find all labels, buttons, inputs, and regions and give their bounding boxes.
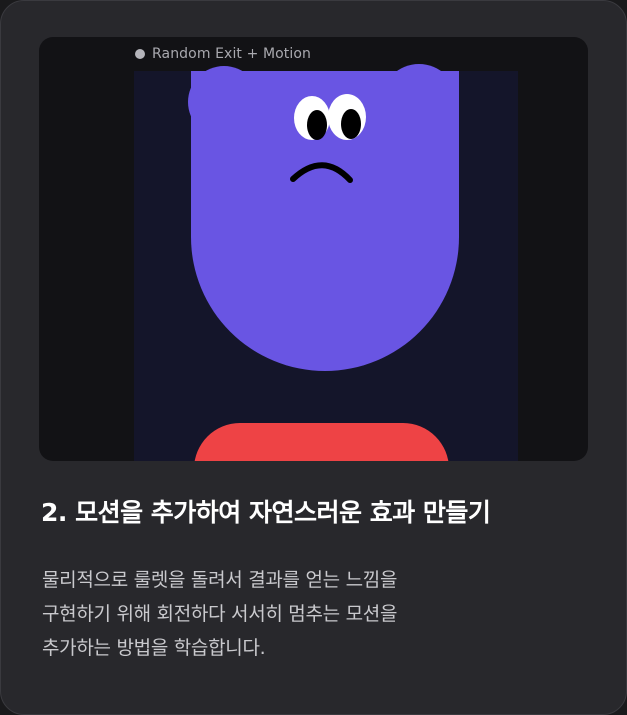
description-line: 구현하기 위해 회전하다 서서히 멈추는 모션을 (42, 603, 398, 625)
animation-preview: Random Exit + Motion (39, 37, 588, 461)
lesson-description: 물리적으로 룰렛을 돌려서 결과를 얻는 느낌을 구현하기 위해 회전하다 서서… (42, 563, 512, 665)
lesson-card[interactable]: Random Exit + Motion 2. 모션을 추가하여 자연스러운 효… (0, 0, 627, 715)
sad-character-illustration (188, 64, 459, 371)
preview-label-text: Random Exit + Motion (152, 46, 312, 62)
character-right-pupil (341, 109, 361, 139)
preview-label: Random Exit + Motion (135, 44, 311, 64)
character-left-pupil (307, 110, 327, 140)
description-line: 추가하는 방법을 학습합니다. (42, 637, 266, 659)
roulette-wheel-top (194, 423, 449, 461)
status-dot-icon (135, 49, 145, 59)
description-line: 물리적으로 룰렛을 돌려서 결과를 얻는 느낌을 (42, 569, 398, 591)
lesson-title: 2. 모션을 추가하여 자연스러운 효과 만들기 (41, 498, 491, 527)
